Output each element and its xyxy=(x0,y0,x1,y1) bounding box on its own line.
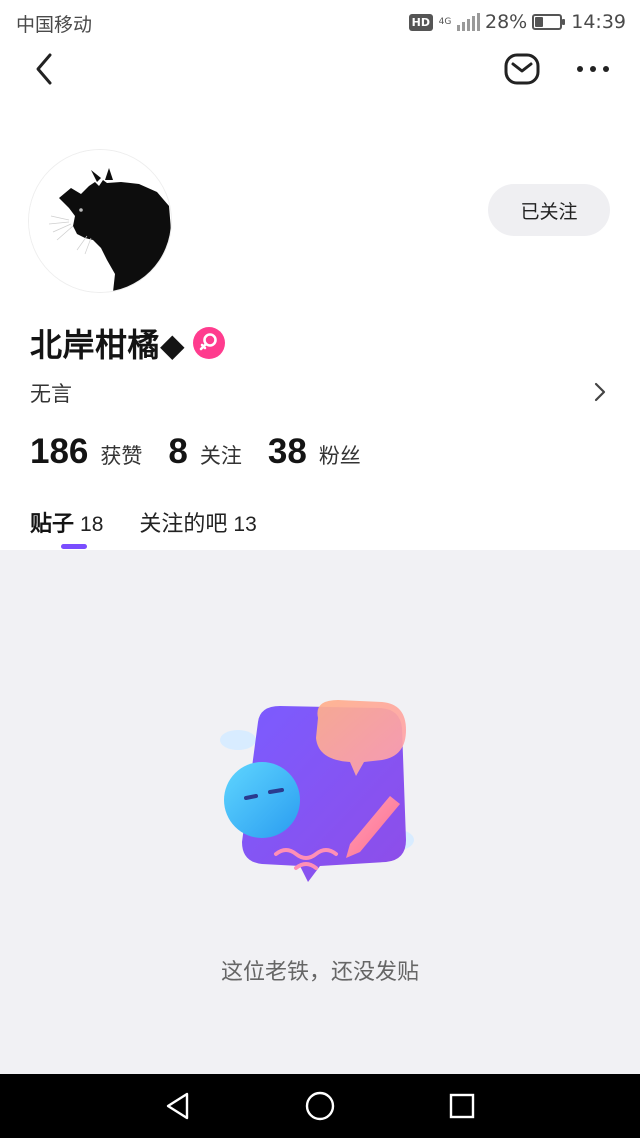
square-recents-icon xyxy=(449,1093,475,1119)
name-row: 北岸柑橘◆ xyxy=(30,318,226,368)
triangle-back-icon xyxy=(166,1092,189,1120)
clock: 14:39 xyxy=(571,11,626,33)
active-tab-indicator xyxy=(61,544,87,549)
tab-followed-forums[interactable]: 关注的吧 13 xyxy=(139,506,256,550)
signal-icon xyxy=(457,13,480,31)
battery-icon xyxy=(532,14,566,30)
battery-percent: 28% xyxy=(485,11,528,33)
empty-posts-illustration-icon xyxy=(210,700,430,890)
tab-count: 13 xyxy=(233,513,257,536)
stat-label: 获赞 xyxy=(100,444,143,468)
tab-label: 贴子 xyxy=(30,512,75,537)
system-navigation-bar xyxy=(0,1074,640,1138)
mail-icon xyxy=(504,53,540,85)
message-button[interactable] xyxy=(499,46,545,92)
stats-row: 186 获赞 8 关注 38 粉丝 xyxy=(30,432,387,478)
stat-label: 粉丝 xyxy=(318,444,361,468)
empty-state-message: 这位老铁，还没发贴 xyxy=(220,960,419,985)
hd-icon: HD xyxy=(408,13,433,31)
tab-count: 18 xyxy=(80,513,104,536)
follow-status-button[interactable]: 已关注 xyxy=(488,184,610,236)
back-button[interactable] xyxy=(22,46,66,92)
network-type: 4G xyxy=(438,16,452,27)
stat-likes[interactable]: 186 获赞 xyxy=(30,432,142,472)
female-icon xyxy=(193,327,226,359)
stat-value: 8 xyxy=(168,432,188,471)
status-bar: 中国移动 HD 4G 28% 14:39 xyxy=(0,0,640,44)
stat-fans[interactable]: 38 粉丝 xyxy=(268,432,361,472)
chevron-left-icon xyxy=(36,53,52,85)
stat-following[interactable]: 8 关注 xyxy=(168,432,241,472)
status-icons: HD 4G 28% 14:39 xyxy=(408,8,626,36)
stat-label: 关注 xyxy=(199,444,242,468)
more-horizontal-icon xyxy=(577,66,609,72)
stat-value: 38 xyxy=(267,432,307,471)
carrier-name: 中国移动 xyxy=(16,14,93,36)
avatar[interactable] xyxy=(29,150,171,292)
more-button[interactable] xyxy=(570,46,616,92)
tab-posts[interactable]: 贴子 18 xyxy=(30,506,103,550)
system-recents-button[interactable] xyxy=(442,1086,482,1126)
username: 北岸柑橘◆ xyxy=(30,326,186,364)
bio-text: 无言 xyxy=(30,382,72,406)
system-back-button[interactable] xyxy=(158,1086,198,1126)
circle-home-icon xyxy=(305,1091,335,1121)
profile-tabs: 贴子 18 关注的吧 13 xyxy=(30,506,293,550)
bio-row[interactable]: 无言 xyxy=(0,372,640,412)
tab-label: 关注的吧 xyxy=(139,512,228,537)
system-home-button[interactable] xyxy=(300,1086,340,1126)
chevron-right-icon xyxy=(586,378,614,406)
posts-content: 这位老铁，还没发贴 xyxy=(0,550,640,1074)
stat-value: 186 xyxy=(30,432,89,471)
black-cat-avatar-icon xyxy=(29,150,171,292)
